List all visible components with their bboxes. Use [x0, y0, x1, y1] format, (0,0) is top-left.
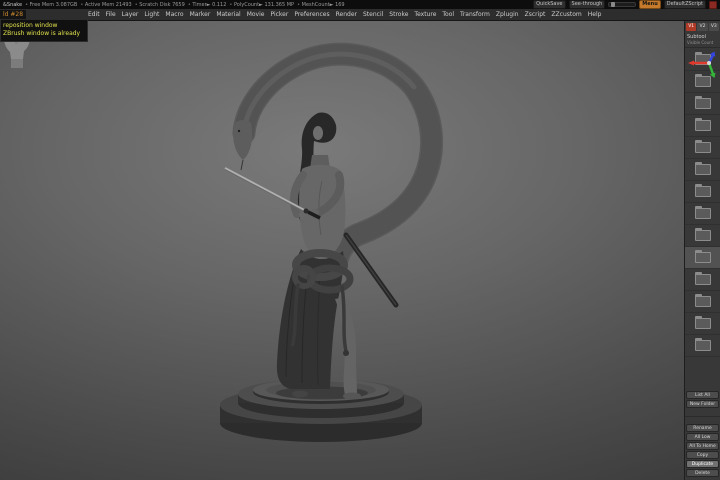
menu-transform[interactable]: Transform [460, 11, 490, 18]
quicksave-button[interactable]: QuickSave [533, 0, 566, 9]
menu-material[interactable]: Material [216, 11, 240, 18]
status-stats: Free Mem 3.087GBActive Mem 21493Scratch … [25, 2, 345, 8]
menu-bar: Edit File Layer Light Macro Marker Material Mov… [0, 9, 720, 21]
menu-macro[interactable]: Macro [165, 11, 183, 18]
menu-preferences[interactable]: Preferences [294, 11, 329, 18]
panel-tab-v2[interactable]: V2 [697, 23, 708, 31]
subtool-panel: V1 V2 V3 Subtool Visible Count List All New… [684, 21, 720, 480]
folder-icon [694, 184, 711, 197]
slider-knob-icon[interactable] [611, 2, 616, 7]
notification-line: reposition window [3, 22, 58, 29]
folder-icon [694, 250, 711, 263]
menu-movie[interactable]: Movie [247, 11, 265, 18]
subtool-folder[interactable] [685, 313, 720, 335]
subtool-folder-list [685, 48, 720, 388]
subtool-folder[interactable] [685, 159, 720, 181]
menu-marker[interactable]: Marker [190, 11, 211, 18]
subtool-folder[interactable] [685, 137, 720, 159]
button-duplicate[interactable]: Duplicate [686, 460, 719, 468]
notification-line: ZBrush window is already [3, 30, 81, 37]
subtool-folder[interactable] [685, 181, 720, 203]
button-copy[interactable]: Copy [686, 451, 719, 459]
menu-edit[interactable]: Edit [88, 11, 100, 18]
subtool-tabs: V1 V2 V3 [685, 21, 720, 32]
status-stat: PolyCount► 131.365 MP [229, 2, 294, 8]
subtool-folder[interactable] [685, 291, 720, 313]
see-through-button[interactable]: See-through [568, 0, 606, 9]
subtool-folder[interactable] [685, 115, 720, 137]
status-stat: MeshCount► 169 [297, 2, 345, 8]
folder-icon [694, 294, 711, 307]
folder-icon [694, 162, 711, 175]
status-stat: Active Mem 21493 [80, 2, 132, 8]
subtool-folder[interactable] [685, 203, 720, 225]
status-stat: Free Mem 3.087GB [25, 2, 78, 8]
subtool-subtitle: Visible Count [685, 40, 720, 48]
folder-icon [694, 228, 711, 241]
notification-popup: ld #28 reposition window ZBrush window is… [0, 10, 88, 42]
menu-stencil[interactable]: Stencil [363, 11, 383, 18]
folder-icon [694, 96, 711, 109]
status-bar-right: QuickSave See-through Menu DefaultZScrip… [533, 0, 717, 9]
panel-divider [685, 411, 720, 417]
panel-tab-v1[interactable]: V1 [686, 23, 697, 31]
folder-icon [694, 140, 711, 153]
zscript-icon[interactable] [709, 0, 717, 9]
subtool-folder[interactable] [685, 225, 720, 247]
menu-file[interactable]: File [106, 11, 116, 18]
menu-items: Edit File Layer Light Macro Marker Material Mov… [88, 11, 601, 18]
button-rename[interactable]: Rename [686, 424, 719, 432]
folder-icon [694, 206, 711, 219]
subtool-folder[interactable] [685, 247, 720, 269]
menu-layer[interactable]: Layer [122, 11, 139, 18]
menu-render[interactable]: Render [336, 11, 357, 18]
folder-icon [694, 338, 711, 351]
folder-icon [694, 316, 711, 329]
zbrush-window: &Snake Free Mem 3.087GBActive Mem 21493S… [0, 0, 720, 480]
menu-picker[interactable]: Picker [270, 11, 288, 18]
menu-button[interactable]: Menu [639, 0, 661, 9]
menu-zscript[interactable]: Zscript [525, 11, 546, 18]
button-all-to-home[interactable]: All To Home [686, 442, 719, 450]
project-title: &Snake [3, 1, 23, 8]
button-all-low[interactable]: All Low [686, 433, 719, 441]
notification-title: ld #28 [0, 10, 27, 19]
default-zscript-button[interactable]: DefaultZScript [663, 0, 706, 9]
folder-icon [694, 272, 711, 285]
subtool-title: Subtool [687, 34, 706, 40]
menu-stroke[interactable]: Stroke [389, 11, 408, 18]
sculpture [220, 42, 444, 442]
subtool-folder[interactable] [685, 335, 720, 357]
menu-help[interactable]: Help [588, 11, 602, 18]
button-new-folder[interactable]: New Folder [686, 400, 719, 408]
status-stat: Timer► 0.112 [188, 2, 226, 8]
panel-top-buttons: List All New Folder [685, 388, 720, 411]
axis-x-arrow-icon[interactable] [688, 60, 694, 66]
menu-light[interactable]: Light [144, 11, 159, 18]
notification-lines: reposition window ZBrush window is alread… [0, 19, 88, 42]
button-delete[interactable]: Delete [686, 469, 719, 477]
subtool-folder[interactable] [685, 269, 720, 291]
subtool-folder[interactable] [685, 93, 720, 115]
menu-texture[interactable]: Texture [414, 11, 436, 18]
panel-tab-v3[interactable]: V3 [708, 23, 719, 31]
menu-zplugin[interactable]: Zplugin [496, 11, 519, 18]
folder-icon [694, 118, 711, 131]
document-canvas[interactable] [0, 21, 684, 480]
button-list-all[interactable]: List All [686, 391, 719, 399]
panel-bottom-buttons: Rename All Low All To Home Copy Duplicate Del… [685, 421, 720, 480]
menu-zzcustom[interactable]: ZZcustom [551, 11, 581, 18]
see-through-slider[interactable] [608, 2, 637, 7]
status-stat: Scratch Disk 7659 [135, 2, 185, 8]
status-bar: &Snake Free Mem 3.087GBActive Mem 21493S… [0, 0, 720, 9]
menu-tool[interactable]: Tool [442, 11, 454, 18]
axis-gizmo[interactable] [685, 50, 719, 80]
